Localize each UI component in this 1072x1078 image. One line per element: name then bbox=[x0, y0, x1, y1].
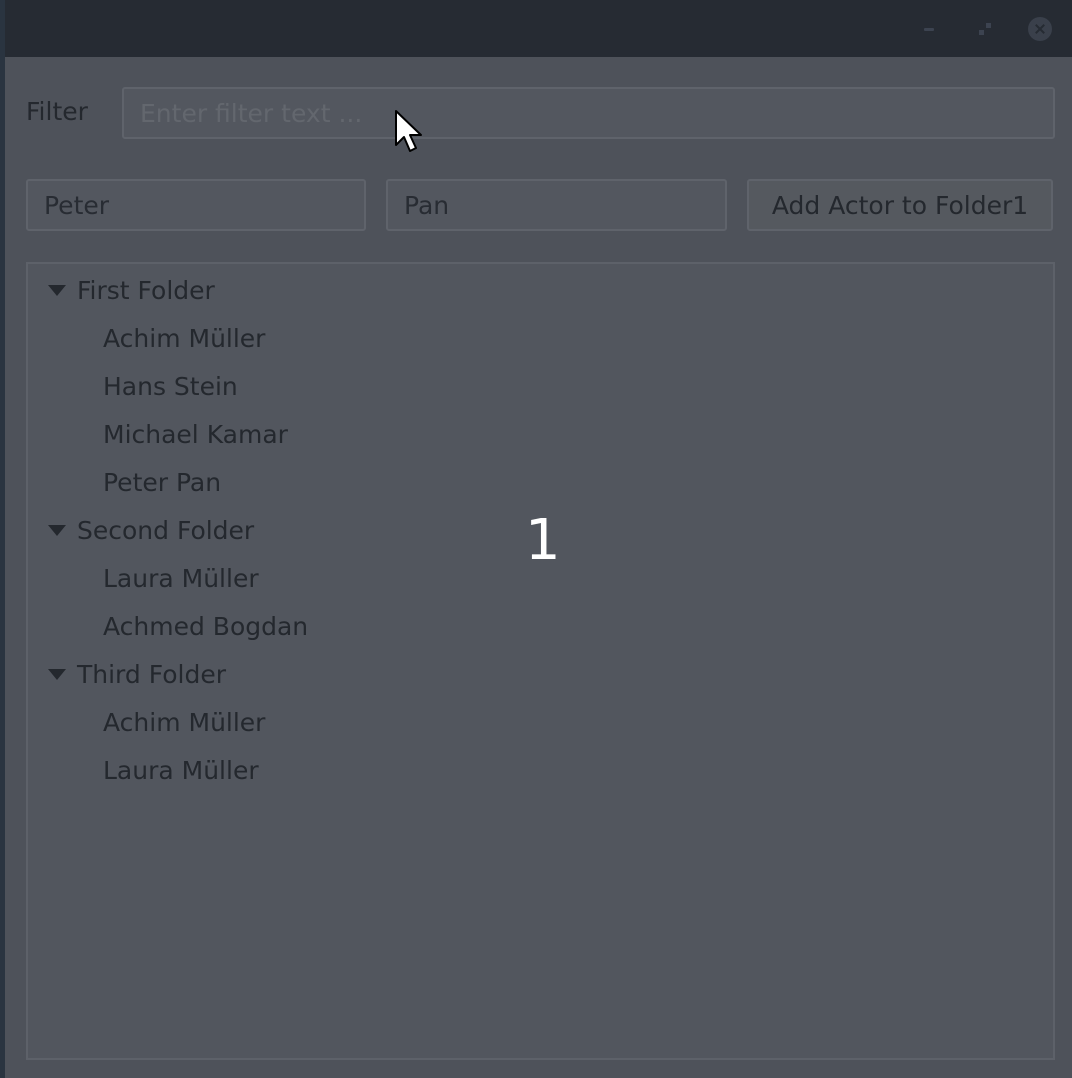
tree-item-row[interactable]: Hans Stein bbox=[103, 362, 238, 410]
close-button[interactable] bbox=[1028, 17, 1052, 41]
triangle-down-icon[interactable] bbox=[48, 524, 66, 536]
folder-tree[interactable]: First Folder Achim Müller Hans Stein Mic… bbox=[26, 262, 1055, 1060]
folder-label: First Folder bbox=[77, 275, 215, 305]
actor-label: Achim Müller bbox=[103, 707, 266, 737]
maximize-icon bbox=[979, 23, 991, 35]
triangle-down-icon[interactable] bbox=[48, 668, 66, 680]
minimize-icon bbox=[924, 27, 934, 31]
step-number-overlay: 1 bbox=[525, 508, 561, 573]
minimize-button[interactable] bbox=[917, 17, 941, 41]
last-name-input[interactable] bbox=[386, 179, 727, 231]
filter-label: Filter bbox=[26, 97, 88, 126]
tree-item-row[interactable]: Michael Kamar bbox=[103, 410, 288, 458]
app-window: Filter Add Actor to Folder1 First Folder… bbox=[0, 0, 1072, 1078]
folder-label: Second Folder bbox=[77, 515, 255, 545]
tree-item-row[interactable]: Achim Müller bbox=[103, 314, 265, 362]
mouse-pointer-icon bbox=[395, 110, 422, 152]
tree-item-row[interactable]: Peter Pan bbox=[103, 458, 221, 506]
tree-folder-row[interactable]: Third Folder bbox=[48, 650, 226, 698]
actor-label: Achim Müller bbox=[103, 323, 266, 353]
tree-item-row[interactable]: Laura Müller bbox=[103, 746, 259, 794]
tree-folder-row[interactable]: First Folder bbox=[48, 266, 215, 314]
filter-input[interactable] bbox=[122, 87, 1055, 139]
title-bar bbox=[5, 0, 1072, 57]
actor-label: Laura Müller bbox=[103, 563, 259, 593]
close-icon bbox=[1028, 17, 1052, 41]
add-actor-button[interactable]: Add Actor to Folder1 bbox=[747, 179, 1053, 231]
actor-label: Michael Kamar bbox=[103, 419, 288, 449]
actor-label: Achmed Bogdan bbox=[103, 611, 309, 641]
maximize-button[interactable] bbox=[973, 17, 997, 41]
actor-label: Laura Müller bbox=[103, 755, 259, 785]
tree-item-row[interactable]: Achmed Bogdan bbox=[103, 602, 308, 650]
actor-label: Peter Pan bbox=[103, 467, 222, 497]
triangle-down-icon[interactable] bbox=[48, 284, 66, 296]
tree-folder-row[interactable]: Second Folder bbox=[48, 506, 254, 554]
tree-item-row[interactable]: Achim Müller bbox=[103, 698, 265, 746]
actor-label: Hans Stein bbox=[103, 371, 238, 401]
first-name-input[interactable] bbox=[26, 179, 366, 231]
folder-label: Third Folder bbox=[77, 659, 226, 689]
tree-item-row[interactable]: Laura Müller bbox=[103, 554, 259, 602]
